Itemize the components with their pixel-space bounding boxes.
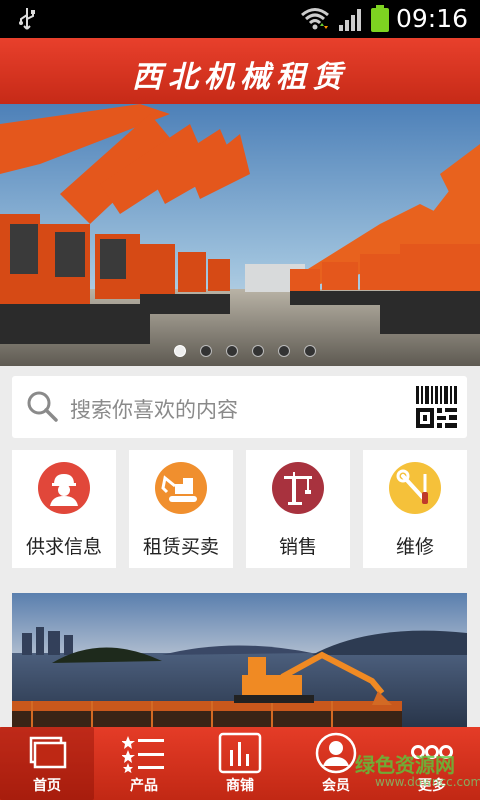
status-bar: 09:16 — [0, 0, 480, 38]
category-label: 维修 — [395, 536, 434, 558]
category-icon-bg — [389, 462, 441, 514]
carousel-dot[interactable] — [304, 345, 316, 357]
category-icon-bg — [155, 462, 207, 514]
carousel-dot[interactable] — [226, 345, 238, 357]
shop-chart-icon — [218, 732, 262, 774]
carousel-indicator — [170, 345, 330, 359]
category-card-rent[interactable]: 租赁买卖 — [129, 450, 233, 568]
watermark-url: www.downcc.com — [375, 775, 480, 789]
search-bar[interactable]: 搜索你喜欢的内容 — [12, 376, 467, 438]
nav-label: 首页 — [33, 778, 61, 794]
category-label: 销售 — [278, 536, 317, 558]
watermark-text: 绿色资源网 — [355, 753, 455, 777]
nav-label: 产品 — [130, 778, 158, 794]
battery-icon — [371, 5, 389, 32]
worker-icon — [50, 474, 78, 506]
excavator-icon — [161, 475, 197, 502]
carousel-dot[interactable] — [278, 345, 290, 357]
nav-home[interactable]: 首页 — [0, 727, 94, 800]
search-input[interactable]: 搜索你喜欢的内容 — [70, 394, 238, 424]
home-icon — [29, 736, 67, 769]
category-card-repair[interactable]: 维修 — [363, 450, 467, 568]
carousel-dot[interactable] — [200, 345, 212, 357]
signal-icon — [339, 9, 361, 31]
usb-icon — [19, 8, 35, 30]
banner-image — [0, 104, 480, 366]
carousel-dot[interactable] — [252, 345, 264, 357]
promo-photo — [12, 593, 467, 733]
banner-carousel[interactable] — [0, 104, 480, 366]
crane-icon — [284, 472, 312, 505]
site-watermark: 绿色资源网 www.downcc.com — [345, 753, 480, 795]
promo-image[interactable] — [12, 593, 467, 733]
app-header: 西北机械租赁 — [0, 38, 480, 105]
category-icon-bg — [272, 462, 324, 514]
nav-shops[interactable]: 商铺 — [193, 727, 287, 800]
qr-code-icon[interactable] — [414, 384, 458, 430]
tools-icon — [396, 469, 428, 504]
wifi-icon — [301, 8, 329, 30]
category-icon-bg — [38, 462, 90, 514]
category-card-supply[interactable]: 供求信息 — [12, 450, 116, 568]
status-time: 09:16 — [396, 4, 469, 33]
category-label: 租赁买卖 — [142, 536, 219, 558]
app-title: 西北机械租赁 — [132, 60, 348, 95]
search-icon — [27, 391, 58, 422]
nav-products[interactable]: 产品 — [97, 727, 191, 800]
category-label: 供求信息 — [25, 536, 102, 558]
nav-label: 商铺 — [226, 778, 254, 794]
carousel-dot[interactable] — [174, 345, 186, 357]
product-list-icon — [122, 736, 164, 773]
category-card-sales[interactable]: 销售 — [246, 450, 350, 568]
